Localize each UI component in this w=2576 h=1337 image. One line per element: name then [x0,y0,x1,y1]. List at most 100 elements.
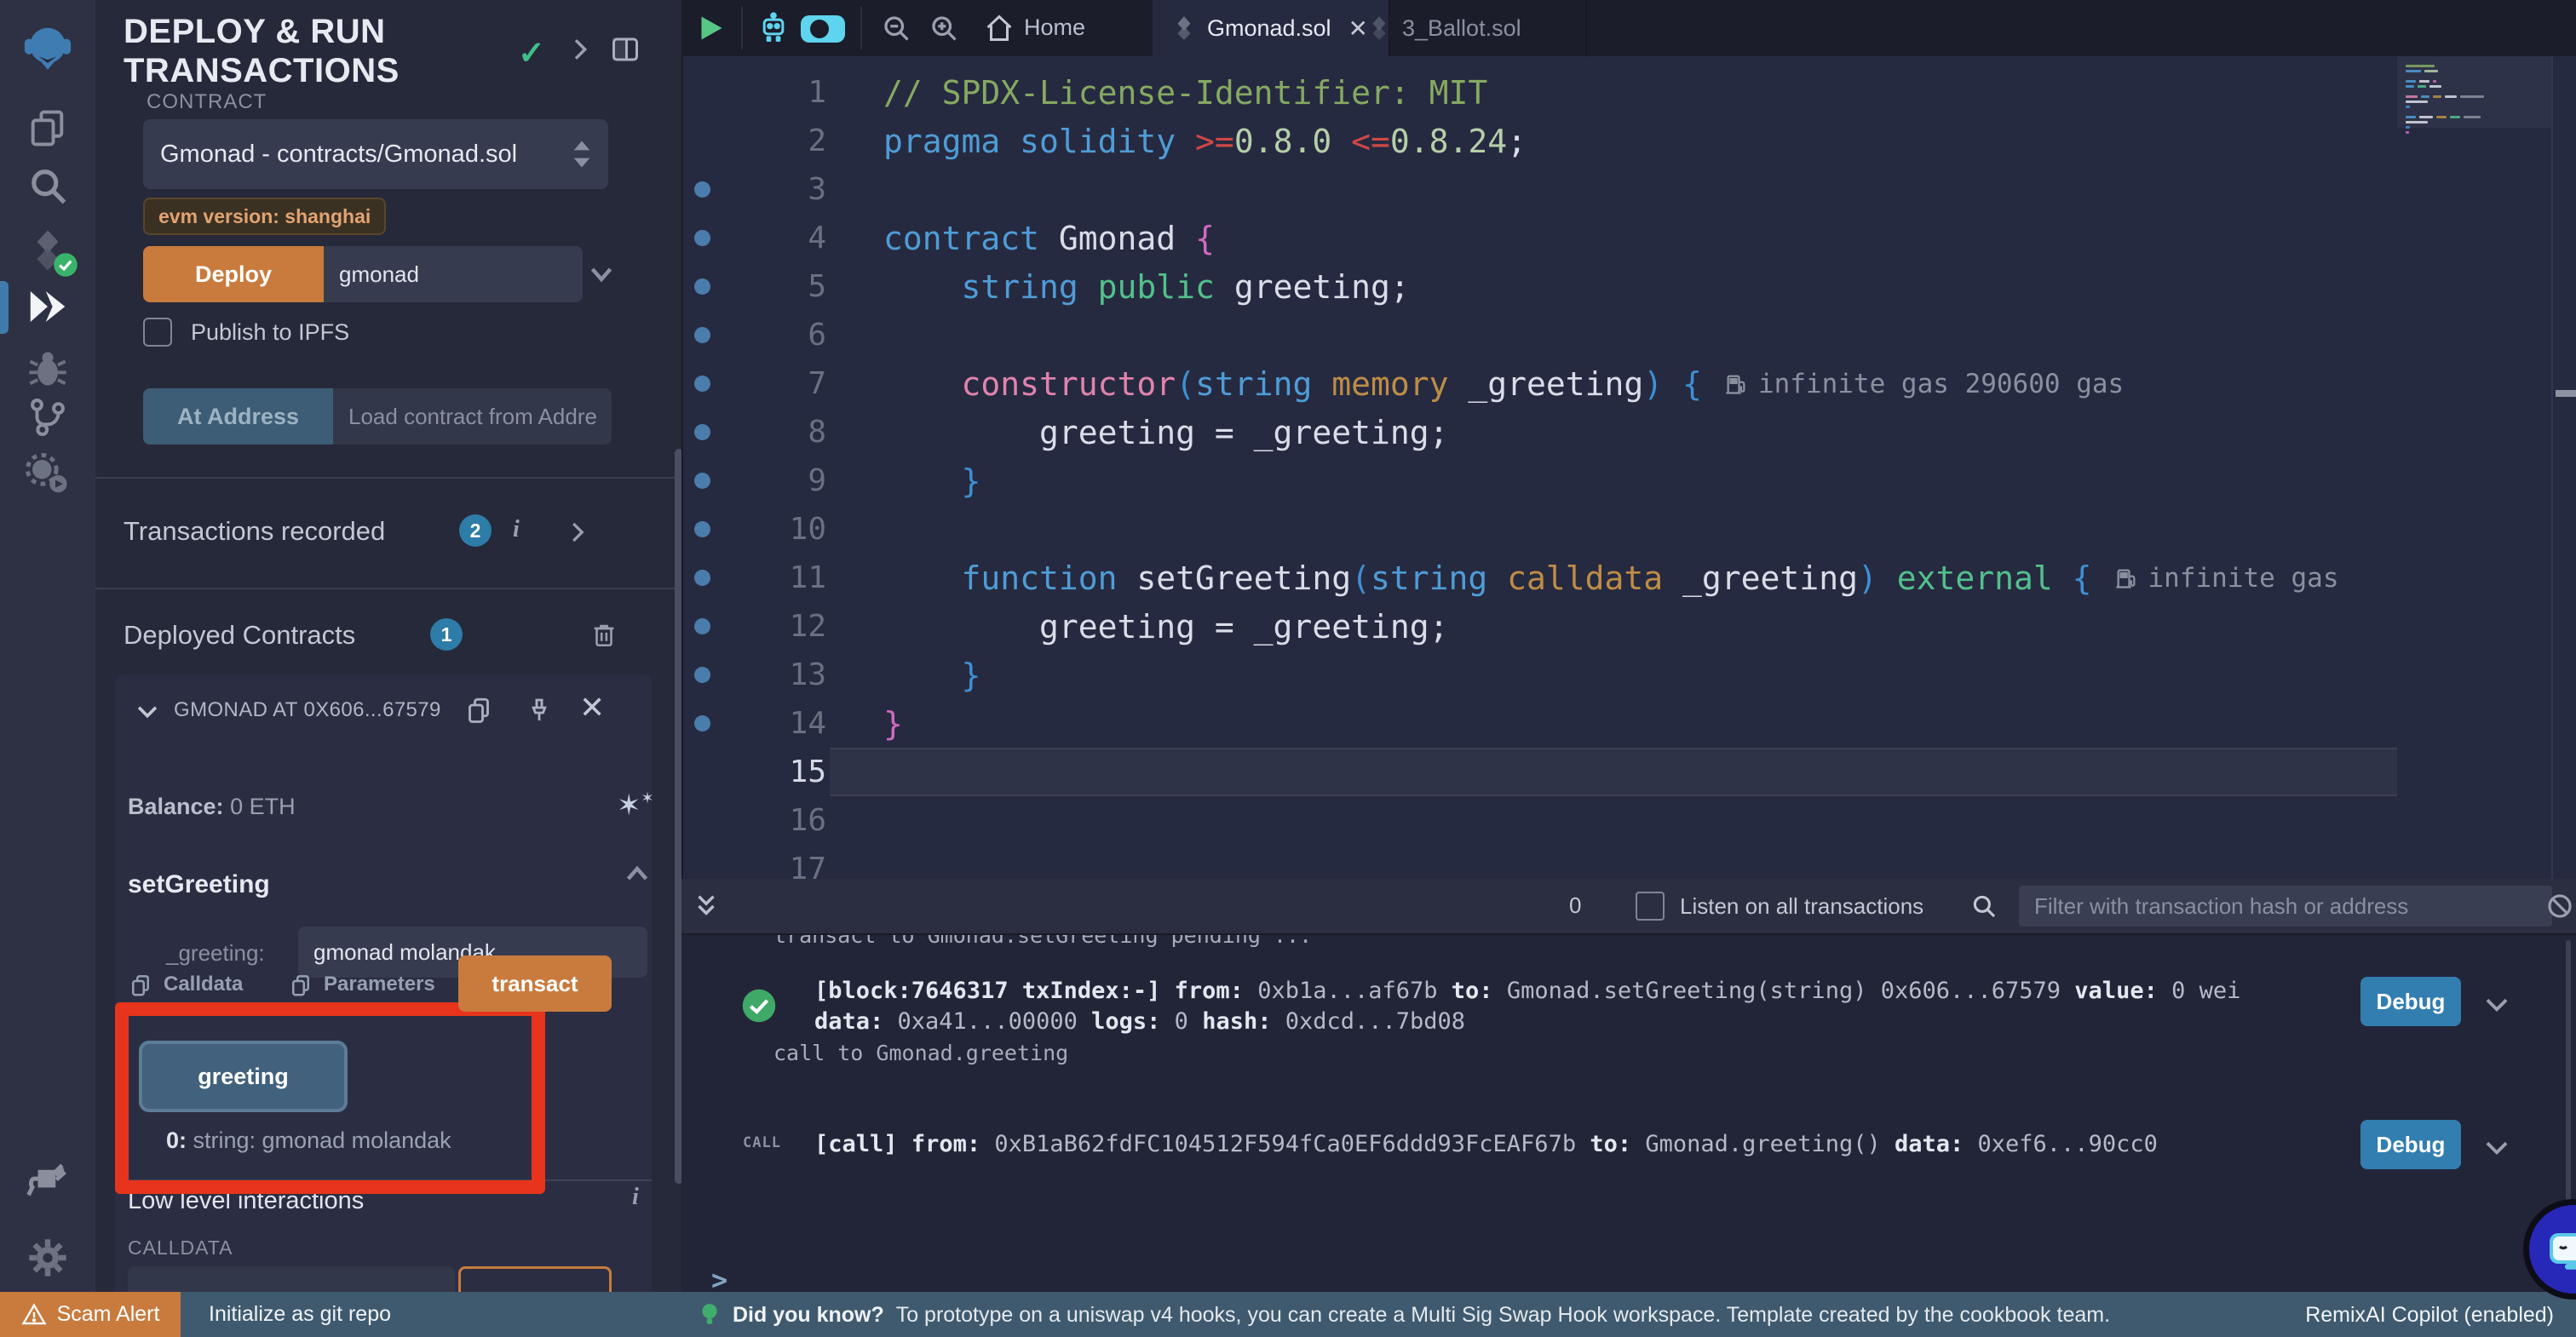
debug-button[interactable]: Debug [2360,1120,2461,1169]
terminal-scrollbar[interactable] [2566,940,2571,1216]
code-line[interactable]: 4contract Gmonad { [683,214,2576,262]
record-segment: from: [1175,978,1244,1004]
code-token: 0.8.24 [1390,123,1507,160]
greeting-call-button[interactable]: greeting [139,1041,348,1112]
copy-parameters-icon[interactable] [288,971,313,1000]
code-token: setGreeting [1136,559,1351,597]
expand-record-icon[interactable] [2481,988,2513,1020]
deployed-contracts-count: 1 [430,618,463,651]
file-explorer-icon[interactable] [0,97,95,158]
lightbulb-icon [699,1302,721,1328]
code-token: function [962,559,1137,597]
publish-ipfs-checkbox[interactable] [143,318,172,347]
deploy-param-input[interactable] [324,246,583,302]
line-number: 3 [721,172,826,207]
transactions-expand-icon[interactable] [564,518,589,547]
code-line[interactable]: 8 greeting = _greeting; [683,408,2576,456]
tip-text: To prototype on a uniswap v4 hooks, you … [896,1303,2110,1327]
listen-count: 0 [1569,892,1581,919]
plugin-manager-icon[interactable] [0,1147,95,1208]
search-icon[interactable] [0,155,95,216]
deploy-button[interactable]: Deploy [143,246,324,302]
line-number: 16 [721,803,826,838]
code-token: ( [1351,559,1371,597]
remove-instance-icon[interactable]: ✕ [579,690,605,726]
parameters-label[interactable]: Parameters [324,973,435,996]
code-editor[interactable]: 1// SPDX-License-Identifier: MIT2pragma … [683,56,2576,879]
transact-button[interactable]: transact [458,955,612,1012]
code-line[interactable]: 11 function setGreeting(string calldata … [683,554,2576,602]
run-script-icon[interactable] [695,12,726,44]
copilot-status[interactable]: RemixAI Copilot (enabled) [2305,1303,2554,1328]
settings-icon[interactable] [0,1227,95,1288]
unit-testing-icon[interactable] [0,445,95,506]
tab-label: Gmonad.sol [1207,15,1331,42]
source-control-icon[interactable] [0,387,95,448]
code-line[interactable]: 2pragma solidity >=0.8.0 <=0.8.24; [683,117,2576,165]
ai-sparkles-icon[interactable]: ✶✶ [617,789,654,823]
at-address-button[interactable]: At Address [143,388,333,445]
zoom-out-icon[interactable] [881,13,911,43]
minimap[interactable] [2397,56,2551,879]
listen-all-checkbox[interactable] [1636,892,1665,921]
low-level-info-icon[interactable]: i [632,1184,639,1211]
code-line[interactable]: 1// SPDX-License-Identifier: MIT [683,68,2576,117]
code-token: constructor [962,365,1176,403]
delete-contracts-icon[interactable] [589,618,618,651]
code-line[interactable]: 12 greeting = _greeting; [683,602,2576,651]
code-token [883,657,962,694]
solidity-compiler-icon[interactable] [0,220,95,281]
select-arrows-icon [571,140,593,169]
tx-record-line[interactable]: data: 0xa41...00000 logs: 0 hash: 0xdcd.… [814,1008,1465,1035]
terminal-filter-input[interactable] [2019,886,2552,927]
pin-instance-icon[interactable] [524,693,555,727]
code-line[interactable]: 14} [683,699,2576,748]
code-line[interactable]: 17 [683,845,2576,879]
deploy-and-run-icon[interactable] [0,276,95,337]
at-address-input[interactable] [333,388,612,445]
record-segment: 0xdcd...7bd08 [1271,1008,1465,1035]
instance-collapse-icon[interactable] [133,697,162,726]
panel-pin-view-icon[interactable] [609,34,641,65]
tab-3-ballot-sol[interactable]: 3_Ballot.sol [1348,0,1587,56]
terminal: transact to Gmonad.setGreeting pending .… [681,879,2576,1337]
code-line[interactable]: 7 constructor(string memory _greeting) {… [683,359,2576,408]
copy-address-icon[interactable] [463,693,494,727]
terminal-expand-icon[interactable] [692,891,721,921]
deploy-expand-icon[interactable] [586,259,617,290]
solidity-file-icon [1368,15,1390,41]
tx-record-line[interactable]: [block:7646317 txIndex:-] from: 0xb1a...… [814,978,2240,1004]
line-number: 14 [721,706,826,741]
code-line[interactable]: 13 } [683,651,2576,699]
home-tab[interactable]: Home [1024,14,1085,41]
tx-record-line[interactable]: [call] from: 0xB1aB62fdFC104512F594fCa0E… [814,1131,2158,1157]
clear-console-icon[interactable] [2545,892,2574,921]
terminal-search-icon[interactable] [1969,892,1998,921]
code-line[interactable]: 3 [683,165,2576,214]
line-number: 12 [721,609,826,644]
remix-logo-icon[interactable] [0,17,95,78]
copilot-toggle-icon[interactable] [801,15,845,43]
function-collapse-icon[interactable] [622,858,653,889]
code-line[interactable]: 6 [683,311,2576,359]
transactions-info-icon[interactable]: i [513,516,520,543]
contract-select[interactable]: Gmonad - contracts/Gmonad.sol [143,119,608,189]
zoom-in-icon[interactable] [929,13,959,43]
code-line[interactable]: 10 [683,505,2576,554]
git-init-button[interactable]: Initialize as git repo [209,1302,391,1327]
ai-robot-icon[interactable] [756,12,791,46]
code-line[interactable]: 16 [683,796,2576,845]
line-number: 15 [721,755,826,789]
code-line[interactable]: 5 string public greeting; [683,262,2576,311]
expand-record-icon[interactable] [2481,1131,2513,1163]
panel-forward-icon[interactable] [566,34,593,65]
code-line[interactable]: 9 } [683,456,2576,505]
debug-button[interactable]: Debug [2360,977,2461,1026]
home-icon[interactable] [983,12,1015,44]
copy-calldata-icon[interactable] [128,971,153,1000]
calldata-label[interactable]: Calldata [164,973,243,996]
terminal-header: 0 Listen on all transactions [681,879,2576,935]
code-line[interactable]: 15 [683,748,2576,796]
record-segment: to: [1590,1131,1631,1157]
scam-alert-button[interactable]: Scam Alert [0,1292,181,1337]
